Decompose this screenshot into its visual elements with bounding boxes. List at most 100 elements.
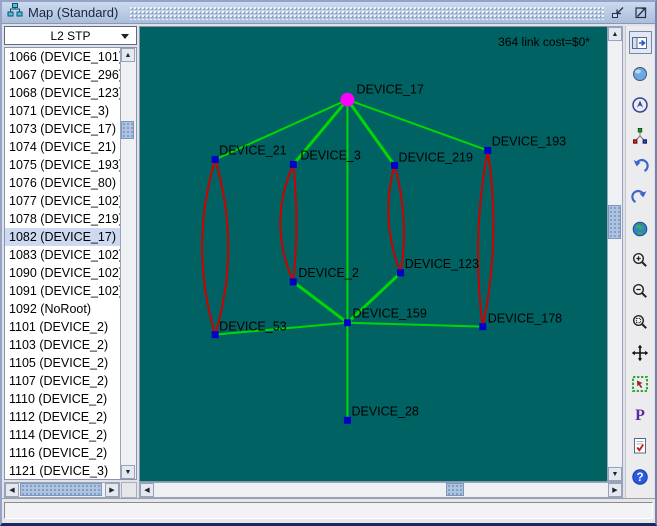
map-node-DEVICE_28[interactable] <box>344 417 351 424</box>
map-vscroll-thumb[interactable] <box>608 205 621 239</box>
list-item[interactable]: 1075 (DEVICE_193) <box>5 156 120 174</box>
list-item[interactable]: 1073 (DEVICE_17) <box>5 120 120 138</box>
map-redundant-link-DEVICE_193-DEVICE_178[interactable] <box>478 150 488 326</box>
map-link-DEVICE_17-DEVICE_193[interactable] <box>347 100 487 151</box>
map-node-DEVICE_193[interactable] <box>484 147 491 154</box>
topology-svg[interactable]: DEVICE_17DEVICE_21DEVICE_3DEVICE_219DEVI… <box>140 27 607 481</box>
list-item[interactable]: 1103 (DEVICE_2) <box>5 336 120 354</box>
help-button[interactable]: ? <box>629 465 652 488</box>
map-node-label-DEVICE_53: DEVICE_53 <box>219 320 287 334</box>
map-node-DEVICE_3[interactable] <box>290 161 297 168</box>
list-hscroll-thumb[interactable] <box>20 483 102 496</box>
maximize-button[interactable] <box>632 5 650 21</box>
maximize-icon <box>634 6 648 19</box>
map-node-label-DEVICE_193: DEVICE_193 <box>492 135 566 149</box>
list-item[interactable]: 1114 (DEVICE_2) <box>5 426 120 444</box>
map-panel: DEVICE_17DEVICE_21DEVICE_3DEVICE_219DEVI… <box>139 26 623 498</box>
list-item[interactable]: 1091 (DEVICE_102) <box>5 282 120 300</box>
scroll-left-arrow[interactable]: ◀ <box>140 483 154 497</box>
map-node-DEVICE_219[interactable] <box>391 162 398 169</box>
map-node-label-DEVICE_21: DEVICE_21 <box>219 143 287 157</box>
pan-button[interactable] <box>629 341 652 364</box>
scroll-right-arrow[interactable]: ▶ <box>608 483 622 497</box>
map-node-DEVICE_159[interactable] <box>344 319 351 326</box>
map-hscrollbar[interactable]: ◀ ▶ <box>139 482 623 498</box>
map-redundant-link-DEVICE_3-DEVICE_2[interactable] <box>280 164 293 281</box>
list-item[interactable]: 1076 (DEVICE_80) <box>5 174 120 192</box>
symmetric-layout-button[interactable] <box>629 124 652 147</box>
window-title: Map (Standard) <box>28 5 118 20</box>
view-selector[interactable]: L2 STP <box>4 26 137 45</box>
list-item[interactable]: 1090 (DEVICE_102) <box>5 264 120 282</box>
map-hscroll-track[interactable] <box>154 483 608 497</box>
toggle-list-panel-button[interactable] <box>629 31 652 54</box>
list-vscroll-thumb[interactable] <box>121 121 134 139</box>
select-mode-button[interactable] <box>629 372 652 395</box>
map-node-DEVICE_178[interactable] <box>479 323 486 330</box>
titlebar-texture <box>129 6 604 20</box>
list-item[interactable]: 1112 (DEVICE_2) <box>5 408 120 426</box>
map-node-DEVICE_2[interactable] <box>290 278 297 285</box>
scroll-down-arrow[interactable]: ▼ <box>608 467 622 481</box>
map-link-DEVICE_159-DEVICE_178[interactable] <box>347 323 482 327</box>
list-item[interactable]: 1116 (DEVICE_2) <box>5 444 120 462</box>
map-viewport[interactable]: DEVICE_17DEVICE_21DEVICE_3DEVICE_219DEVI… <box>139 26 607 482</box>
zoom-selection-button[interactable] <box>629 310 652 333</box>
list-item[interactable]: 1083 (DEVICE_102) <box>5 246 120 264</box>
list-vscrollbar[interactable]: ▲ ▼ <box>120 48 136 479</box>
redo-button[interactable] <box>629 186 652 209</box>
world-view-button[interactable] <box>629 217 652 240</box>
map-hscroll-thumb[interactable] <box>446 483 464 496</box>
list-item[interactable]: 1068 (DEVICE_123) <box>5 84 120 102</box>
list-item[interactable]: 1110 (DEVICE_2) <box>5 390 120 408</box>
list-item[interactable]: 1121 (DEVICE_3) <box>5 462 120 479</box>
help-icon: ? <box>631 468 649 486</box>
list-item[interactable]: 1107 (DEVICE_2) <box>5 372 120 390</box>
map-redundant-link-DEVICE_21-DEVICE_53[interactable] <box>202 159 215 334</box>
list-item[interactable]: 1074 (DEVICE_21) <box>5 138 120 156</box>
list-vscroll-track[interactable] <box>121 62 136 465</box>
map-vscrollbar[interactable]: ▲ ▼ <box>607 26 623 482</box>
map-redundant-link-DEVICE_3-DEVICE_2[interactable] <box>293 164 296 281</box>
list-item[interactable]: 1066 (DEVICE_101) <box>5 48 120 66</box>
map-node-DEVICE_123[interactable] <box>397 269 404 276</box>
scroll-down-arrow[interactable]: ▼ <box>121 465 135 479</box>
toggle-list-panel-icon <box>631 34 649 52</box>
map-node-DEVICE_53[interactable] <box>212 331 219 338</box>
list-item[interactable]: 1071 (DEVICE_3) <box>5 102 120 120</box>
report-button[interactable] <box>629 434 652 457</box>
map-node-DEVICE_17[interactable] <box>340 93 354 107</box>
map-node-label-DEVICE_28: DEVICE_28 <box>351 404 419 418</box>
list-item[interactable]: 1077 (DEVICE_102) <box>5 192 120 210</box>
map-link-DEVICE_159-DEVICE_2[interactable] <box>293 282 347 323</box>
device-list: 1066 (DEVICE_101) 1067 (DEVICE_296) 1068… <box>4 47 137 480</box>
undo-button[interactable] <box>629 155 652 178</box>
list-item-selected[interactable]: 1082 (DEVICE_17) <box>5 228 120 246</box>
zoom-out-button[interactable] <box>629 279 652 302</box>
scroll-left-arrow[interactable]: ◀ <box>5 483 19 497</box>
list-item[interactable]: 1067 (DEVICE_296) <box>5 66 120 84</box>
list-hscroll-track[interactable] <box>19 483 105 497</box>
map-node-DEVICE_21[interactable] <box>212 156 219 163</box>
device-list-panel: L2 STP 1066 (DEVICE_101) 1067 (DEVICE_29… <box>4 26 137 498</box>
redo-icon <box>631 189 649 207</box>
properties-button[interactable]: P <box>629 403 652 426</box>
map-redundant-link-DEVICE_21-DEVICE_53[interactable] <box>215 159 228 334</box>
restore-button[interactable] <box>609 5 627 21</box>
list-hscrollbar[interactable]: ◀ ▶ <box>4 482 120 498</box>
map-view-button[interactable] <box>629 62 652 85</box>
list-item[interactable]: 1092 (NoRoot) <box>5 300 120 318</box>
map-vscroll-track[interactable] <box>608 41 622 467</box>
scroll-up-arrow[interactable]: ▲ <box>608 27 622 41</box>
scroll-up-arrow[interactable]: ▲ <box>121 48 135 62</box>
window-content: L2 STP 1066 (DEVICE_101) 1067 (DEVICE_29… <box>2 24 655 498</box>
zoom-in-button[interactable] <box>629 248 652 271</box>
list-item[interactable]: 1101 (DEVICE_2) <box>5 318 120 336</box>
window-titlebar[interactable]: Map (Standard) <box>2 2 655 24</box>
circular-layout-button[interactable] <box>629 93 652 116</box>
list-item[interactable]: 1105 (DEVICE_2) <box>5 354 120 372</box>
scroll-right-arrow[interactable]: ▶ <box>105 483 119 497</box>
pan-icon <box>631 344 649 362</box>
map-node-label-DEVICE_178: DEVICE_178 <box>488 312 562 326</box>
list-item[interactable]: 1078 (DEVICE_219) <box>5 210 120 228</box>
